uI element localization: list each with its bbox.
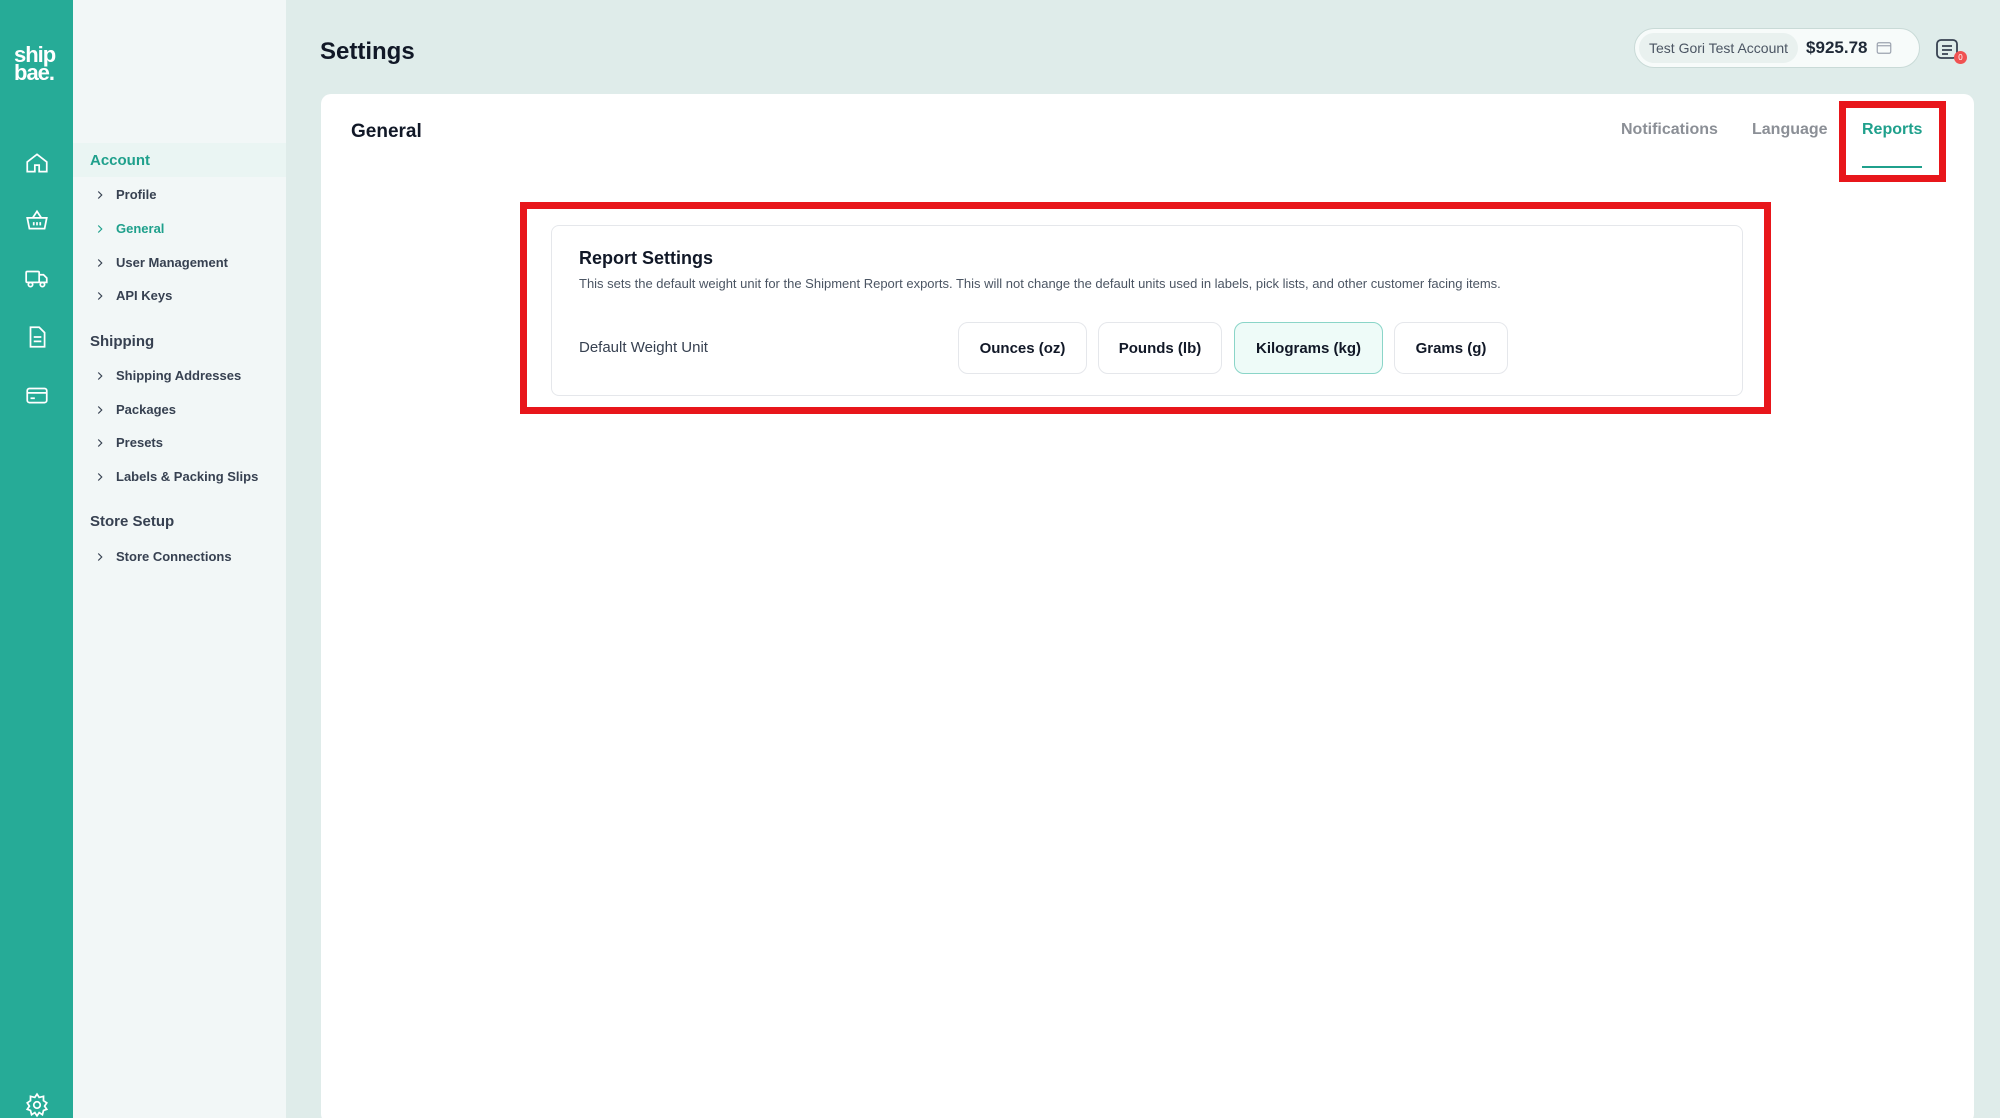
tab-language[interactable]: Language <box>1752 121 1828 139</box>
sidebar-group-account[interactable]: Account <box>90 152 150 169</box>
sidebar-item-store-connections[interactable]: Store Connections <box>93 549 232 564</box>
balance-amount: $925.78 <box>1806 38 1868 57</box>
account-name[interactable]: Test Gori Test Account <box>1639 33 1799 63</box>
sidebar-item-presets[interactable]: Presets <box>93 435 163 450</box>
home-icon[interactable] <box>24 150 50 176</box>
sidebar-item-packages[interactable]: Packages <box>93 402 176 417</box>
settings-sidebar: Account Profile General User Management … <box>73 0 286 1118</box>
chevron-right-icon <box>97 258 103 267</box>
basket-icon[interactable] <box>24 207 50 233</box>
tab-notifications[interactable]: Notifications <box>1621 121 1718 139</box>
chevron-right-icon <box>97 438 103 447</box>
account-balance-pill[interactable]: Test Gori Test Account $925.78 <box>1634 28 1920 68</box>
sidebar-item-user-management[interactable]: User Management <box>93 255 228 270</box>
sidebar-item-label: Store Connections <box>116 549 232 564</box>
sidebar-item-label: User Management <box>116 255 228 270</box>
icon-rail: ship bae. <box>0 0 73 1118</box>
sidebar-group-store-setup[interactable]: Store Setup <box>90 513 174 530</box>
sidebar-item-label: Shipping Addresses <box>116 368 242 383</box>
chevron-right-icon <box>97 371 103 380</box>
report-settings-highlight-box <box>520 202 1771 414</box>
sidebar-item-shipping-addresses[interactable]: Shipping Addresses <box>93 368 241 383</box>
document-icon[interactable] <box>24 324 50 350</box>
sidebar-item-profile[interactable]: Profile <box>93 187 156 202</box>
panel-title: General <box>351 121 422 142</box>
sidebar-item-label: API Keys <box>116 288 173 303</box>
sidebar-item-label: Profile <box>116 187 157 202</box>
sidebar-item-api-keys[interactable]: API Keys <box>93 288 172 303</box>
logo-line-2: bae. <box>14 60 55 85</box>
sidebar-item-label: Labels & Packing Slips <box>116 469 259 484</box>
reports-tab-highlight-box <box>1839 101 1946 182</box>
sidebar-group-shipping[interactable]: Shipping <box>90 333 154 350</box>
sidebar-item-label: Packages <box>116 402 176 417</box>
chevron-right-icon <box>97 405 103 414</box>
chevron-right-icon <box>97 224 103 233</box>
chevron-right-icon <box>97 291 103 300</box>
chevron-right-icon <box>97 552 103 561</box>
shipbae-logo[interactable]: ship bae. <box>14 44 60 85</box>
wallet-icon[interactable] <box>1875 39 1893 57</box>
truck-icon[interactable] <box>24 265 50 291</box>
sidebar-item-general[interactable]: General <box>93 221 164 236</box>
sidebar-item-label: General <box>116 221 165 236</box>
notification-count-badge: 0 <box>1954 51 1967 64</box>
chevron-right-icon <box>97 190 103 199</box>
gear-icon[interactable] <box>24 1092 50 1118</box>
chevron-right-icon <box>97 472 103 481</box>
sidebar-item-labels-packing-slips[interactable]: Labels & Packing Slips <box>93 469 258 484</box>
page-title: Settings <box>320 38 415 65</box>
sidebar-item-label: Presets <box>116 435 163 450</box>
card-icon[interactable] <box>24 382 50 408</box>
